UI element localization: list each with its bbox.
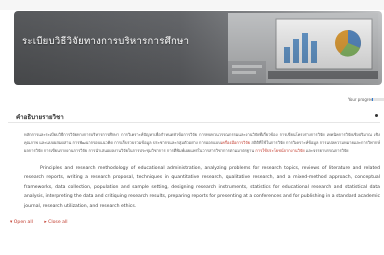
close-all-label: Close all	[48, 220, 68, 225]
open-all-link[interactable]: ▾ Open all	[10, 220, 38, 225]
course-title: ระเบียบวิธีวิจัยทางการบริหารการศึกษา	[22, 36, 190, 47]
thai-description: หลักการและระเบียบวิธีการวิจัยทางการบริหา…	[24, 131, 380, 156]
section-header-course-description[interactable]: คำอธิบายรายวิชา	[8, 111, 380, 123]
english-description: Principles and research methodology of e…	[24, 166, 380, 209]
thai-link-utilization[interactable]: การใช้ประโยชน์จากงานวิจัย	[255, 148, 304, 153]
thai-link-instruments[interactable]: เครื่องมือการวิจัย	[221, 140, 250, 145]
section-title: คำอธิบายรายวิชา	[16, 114, 64, 121]
course-banner: ระเบียบวิธีวิจัยทางการบริหารการศึกษา	[14, 11, 382, 85]
section-toggles: ▾ Open all ▸ Close all	[10, 220, 77, 225]
progress-bar	[372, 98, 384, 101]
thai-text-part3: และจรรยาบรรณการวิจัย	[304, 148, 349, 154]
open-all-label: Open all	[13, 220, 33, 225]
progress-fill	[372, 98, 374, 101]
top-bar	[0, 0, 384, 10]
collapse-toggle-icon[interactable]	[375, 114, 378, 117]
close-all-link[interactable]: ▸ Close all	[44, 220, 72, 225]
